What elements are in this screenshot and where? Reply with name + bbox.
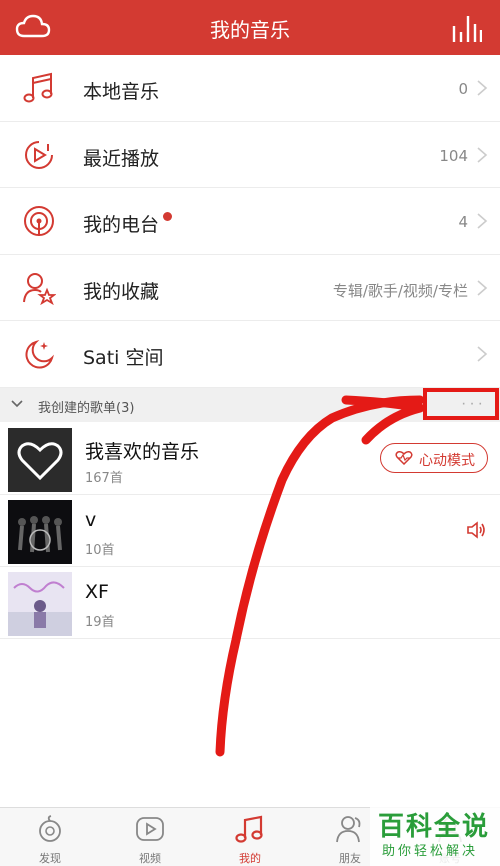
chevron-right-icon <box>477 146 488 163</box>
user-star-icon <box>23 272 56 305</box>
tab-label: 我的 <box>239 852 261 865</box>
my-music-icon <box>235 815 263 843</box>
playlist-name: XF <box>85 581 109 603</box>
watermark-logo: 百科全说 助你轻松解决 <box>370 800 500 866</box>
heartbeat-icon <box>395 451 413 465</box>
now-playing-speaker-icon[interactable] <box>466 521 486 539</box>
tab-discover[interactable]: 发现 <box>0 814 100 866</box>
watermark-title: 百科全说 <box>378 812 491 842</box>
chevron-right-icon <box>477 346 488 362</box>
tab-my-music[interactable]: 我的 <box>200 814 300 866</box>
menu-item-label: 最近播放 <box>83 147 160 170</box>
playlist-cover <box>8 428 72 492</box>
menu-item-subtitle: 专辑/歌手/视频/专栏 <box>332 281 468 300</box>
radio-icon <box>24 206 54 236</box>
chevron-right-icon <box>477 279 488 296</box>
music-note-icon <box>23 72 53 103</box>
moon-icon <box>25 340 54 369</box>
more-dots-icon: ··· <box>461 395 486 412</box>
heartbeat-mode-button[interactable]: 心动模式 <box>380 443 488 473</box>
menu-item-local-music[interactable]: 本地音乐 0 <box>0 55 500 122</box>
menu-item-label: 本地音乐 <box>83 81 160 103</box>
menu-item-label: 我的电台 <box>83 210 173 237</box>
video-icon <box>136 817 164 841</box>
tab-video[interactable]: 视频 <box>100 814 200 866</box>
chevron-right-icon <box>477 80 488 96</box>
playlist-name: 我喜欢的音乐 <box>85 441 200 463</box>
playlist-item-xf[interactable]: XF 19首 <box>0 567 500 639</box>
menu-item-count: 104 <box>439 146 468 165</box>
menu-item-my-radio[interactable]: 我的电台 4 <box>0 188 500 255</box>
more-options-button[interactable]: ··· <box>423 388 499 420</box>
watermark-subtitle: 助你轻松解决 <box>382 844 479 859</box>
playlist-name: v <box>85 509 97 531</box>
new-badge <box>163 212 173 221</box>
menu-item-label: 我的收藏 <box>83 280 160 303</box>
playlist-track-count: 167首 <box>85 471 123 486</box>
discover-icon <box>39 815 61 842</box>
chevron-right-icon <box>477 213 488 229</box>
menu-item-count: 0 <box>458 80 468 98</box>
equalizer-icon[interactable] <box>450 12 482 44</box>
tab-label: 视频 <box>139 852 161 865</box>
friends-icon <box>336 816 361 843</box>
page-title: 我的音乐 <box>210 18 290 42</box>
created-playlists-header[interactable]: 我创建的歌单(3) ··· <box>0 388 500 422</box>
chevron-down-icon <box>11 400 23 408</box>
playlist-track-count: 19首 <box>85 615 115 630</box>
recent-play-icon <box>25 140 53 169</box>
section-title: 我创建的歌单(3) <box>38 401 135 416</box>
playlist-track-count: 10首 <box>85 543 115 558</box>
playlist-cover <box>8 572 72 636</box>
my-music-menu: 本地音乐 0 最近播放 104 我的电台 4 我的收藏 专辑/歌手/视频/专栏 … <box>0 55 500 388</box>
menu-item-recent-play[interactable]: 最近播放 104 <box>0 122 500 188</box>
menu-item-count: 4 <box>458 213 468 231</box>
heartbeat-mode-label: 心动模式 <box>419 453 475 469</box>
playlist-cover <box>8 500 72 564</box>
menu-item-label: Sati 空间 <box>83 347 164 369</box>
playlist-item-liked[interactable]: 我喜欢的音乐 167首 心动模式 <box>0 423 500 495</box>
playlist-item-v[interactable]: v 10首 <box>0 495 500 567</box>
tab-label: 发现 <box>39 852 61 865</box>
menu-item-sati-space[interactable]: Sati 空间 <box>0 321 500 388</box>
menu-item-my-collection[interactable]: 我的收藏 专辑/歌手/视频/专栏 <box>0 255 500 321</box>
top-bar: 我的音乐 <box>0 0 500 55</box>
